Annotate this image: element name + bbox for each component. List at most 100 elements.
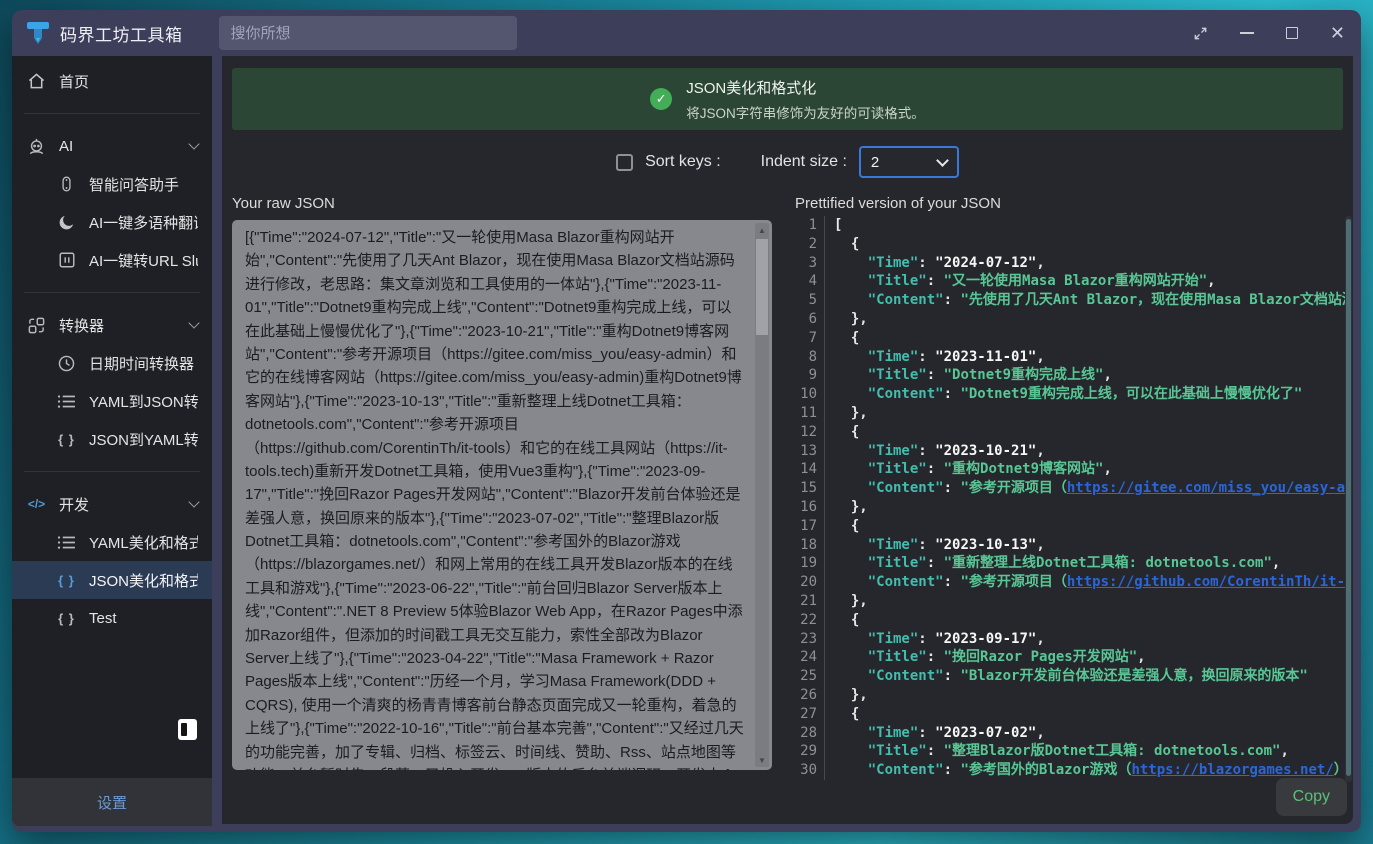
sidebar-item-qa-assistant[interactable]: 智能问答助手 <box>12 165 212 203</box>
code-line: 8 "Time": "2023-11-01", <box>795 348 1346 367</box>
code-token: "2023-07-02" <box>935 725 1036 741</box>
scrollbar-thumb[interactable] <box>756 239 768 335</box>
sidebar-collapse-icon[interactable] <box>178 719 197 740</box>
url-link[interactable]: https://blazorgames.net/ <box>1131 762 1333 778</box>
line-number: 21 <box>795 592 825 611</box>
url-link[interactable]: https://gitee.com/miss_you/easy-admin <box>1067 480 1346 496</box>
code-text: { <box>834 235 859 254</box>
line-number: 16 <box>795 498 825 517</box>
code-token: "Blazor开发前台体验还是差强人意，换回原来的版本" <box>960 668 1307 684</box>
copy-button[interactable]: Copy <box>1276 778 1347 816</box>
code-token: : <box>944 574 961 590</box>
sidebar: 首页 AI 智能问答助手AI一键多语种翻译AI一键转URL Slug 转换器日期时间转… <box>12 56 212 826</box>
code-token: "Title" <box>868 555 927 571</box>
sidebar-item-test[interactable]: { }Test <box>12 599 212 637</box>
code-token: "参考开源项目（ <box>960 480 1066 496</box>
code-text: { <box>834 517 859 536</box>
indent-size-value: 2 <box>871 154 879 171</box>
tool-subtitle: 将JSON字符串修饰为友好的可读格式。 <box>686 102 925 122</box>
code-token: "Content" <box>868 480 944 496</box>
code-token: , <box>1103 367 1111 383</box>
maximize-button[interactable] <box>1286 27 1298 39</box>
line-number: 20 <box>795 573 825 592</box>
sidebar-item-json-format[interactable]: { }JSON美化和格式化 <box>12 561 212 599</box>
line-number: 12 <box>795 423 825 442</box>
code-token: "2024-07-12" <box>935 255 1036 271</box>
code-text: "Content": "Blazor开发前台体验还是差强人意，换回原来的版本" <box>834 667 1308 686</box>
line-number: 4 <box>795 272 825 291</box>
code-token: "2023-10-13" <box>935 537 1036 553</box>
code-token: , <box>1280 743 1288 759</box>
sort-keys-checkbox[interactable] <box>616 154 633 171</box>
code-line: 28 "Time": "2023-07-02", <box>795 724 1346 743</box>
code-text: }, <box>834 498 868 517</box>
braces-icon: { } <box>56 432 77 447</box>
code-token: , <box>1036 725 1044 741</box>
code-line: 7 { <box>795 329 1346 348</box>
line-number: 19 <box>795 554 825 573</box>
code-line: 3 "Time": "2024-07-12", <box>795 254 1346 273</box>
settings-label: 设置 <box>97 792 127 813</box>
sidebar-item-converters-group[interactable]: 转换器 <box>12 306 212 344</box>
line-number: 15 <box>795 479 825 498</box>
close-button[interactable]: ✕ <box>1330 24 1345 42</box>
raw-json-scrollbar[interactable]: ▲ ▼ <box>755 223 769 767</box>
chevron-down-icon <box>936 154 949 167</box>
sidebar-item-ai-url-slug[interactable]: AI一键转URL Slug <box>12 241 212 279</box>
code-token: , <box>1036 631 1044 647</box>
code-token: , <box>1272 555 1280 571</box>
slug-icon <box>56 251 77 269</box>
code-token <box>834 649 868 665</box>
sidebar-item-json-to-yaml[interactable]: { } JSON到YAML转换 <box>12 420 212 458</box>
scroll-down-icon[interactable]: ▼ <box>755 753 769 767</box>
expand-icon[interactable] <box>1193 26 1208 41</box>
code-line: 10 "Content": "Dotnet9重构完成上线，可以在此基础上慢慢优化… <box>795 385 1346 404</box>
code-text: "Title": "重构Dotnet9博客网站", <box>834 460 1112 479</box>
code-token: : <box>918 631 935 647</box>
sidebar-item-label: 开发 <box>59 494 89 515</box>
sidebar-item-ai-group[interactable]: AI <box>12 127 212 165</box>
code-token <box>834 480 868 496</box>
code-text: "Content": "参考开源项目（https://github.com/Co… <box>834 573 1346 592</box>
code-token: "Dotnet9重构完成上线" <box>944 367 1104 383</box>
code-text: "Time": "2024-07-12", <box>834 254 1045 273</box>
pretty-json-scrollbar[interactable] <box>1345 216 1352 782</box>
sidebar-item-label: JSON到YAML转换 <box>89 429 198 450</box>
code-text: "Title": "整理Blazor版Dotnet工具箱: dotnetools… <box>834 742 1289 761</box>
code-token: , <box>1036 537 1044 553</box>
code-token: , <box>1137 649 1145 665</box>
sidebar-item-dev-group[interactable]: </> 开发 <box>12 485 212 523</box>
code-token: , <box>1036 349 1044 365</box>
url-link[interactable]: https://github.com/CorentinTh/it-tools <box>1067 574 1346 590</box>
minimize-button[interactable] <box>1240 32 1254 34</box>
sidebar-item-datetime-converter[interactable]: 日期时间转换器 <box>12 344 212 382</box>
code-line: 26 }, <box>795 686 1346 705</box>
code-icon: </> <box>26 497 47 511</box>
code-text: "Content": "先使用了几天Ant Blazor，现在使用Masa Bl… <box>834 291 1346 310</box>
code-token: }, <box>834 311 868 327</box>
settings-button[interactable]: 设置 <box>12 778 212 826</box>
titlebar: 码界工坊工具箱 ✕ <box>12 10 1361 56</box>
code-token <box>834 367 868 383</box>
line-number: 3 <box>795 254 825 273</box>
code-token: : <box>927 649 944 665</box>
code-line: 21 }, <box>795 592 1346 611</box>
indent-size-select[interactable]: 2 <box>859 146 959 178</box>
sidebar-item-home[interactable]: 首页 <box>12 62 212 100</box>
sidebar-item-label: AI <box>59 138 73 155</box>
code-token <box>834 461 868 477</box>
code-token: { <box>834 518 859 534</box>
code-token: "2023-11-01" <box>935 349 1036 365</box>
code-token: [ <box>834 217 842 233</box>
line-number: 2 <box>795 235 825 254</box>
sidebar-item-yaml-format[interactable]: YAML美化和格式化 <box>12 523 212 561</box>
line-number: 26 <box>795 686 825 705</box>
sidebar-item-yaml-to-json[interactable]: YAML到JSON转换 <box>12 382 212 420</box>
search-input[interactable] <box>219 16 517 50</box>
scrollbar-thumb[interactable] <box>1346 219 1351 776</box>
app-title: 码界工坊工具箱 <box>60 21 183 46</box>
code-line: 27 { <box>795 705 1346 724</box>
raw-json-textarea[interactable]: [{"Time":"2024-07-12","Title":"又一轮使用Masa… <box>232 220 772 770</box>
sidebar-item-ai-translate[interactable]: AI一键多语种翻译 <box>12 203 212 241</box>
scroll-up-icon[interactable]: ▲ <box>755 223 769 237</box>
